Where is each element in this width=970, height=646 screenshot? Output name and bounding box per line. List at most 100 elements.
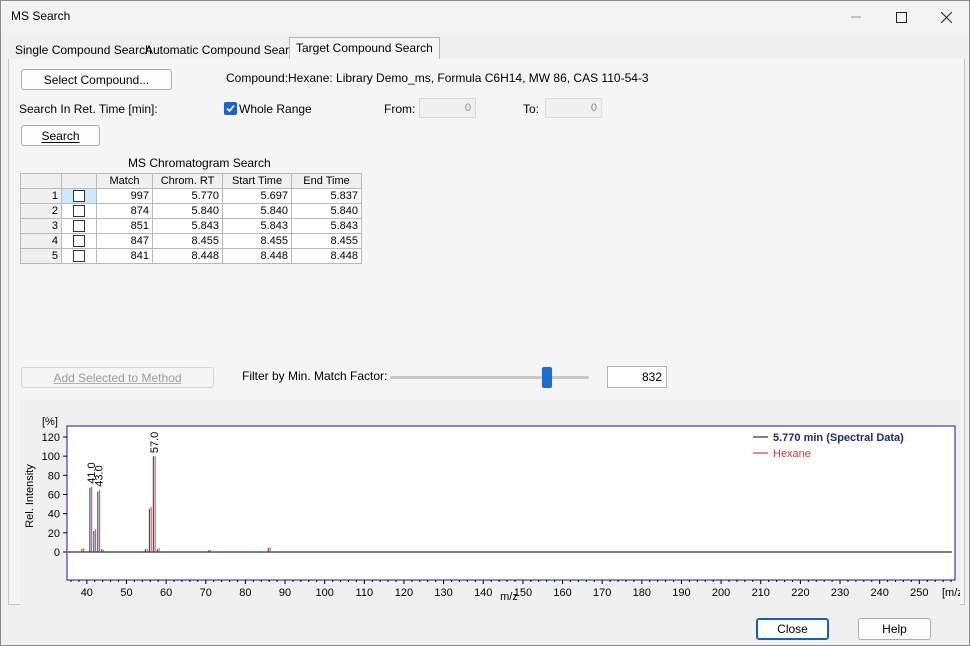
row-checkbox[interactable]	[73, 220, 85, 233]
chrom-rt-cell: 8.455	[152, 233, 223, 249]
title-bar: MS Search	[1, 1, 969, 33]
table-row[interactable]: 3 851 5.843 5.843 5.843	[20, 218, 362, 234]
help-button[interactable]: Help	[858, 618, 931, 640]
compound-label: Compound:	[226, 71, 289, 85]
x-tick-label: 230	[831, 587, 849, 599]
filter-match-factor-label: Filter by Min. Match Factor:	[242, 369, 388, 383]
column-header[interactable]: Chrom. RT	[152, 173, 223, 189]
window-title: MS Search	[11, 9, 71, 23]
close-icon[interactable]	[923, 1, 969, 33]
row-checkbox[interactable]	[73, 235, 85, 248]
x-tick-label: 200	[712, 587, 730, 599]
legend-label-series-1: 5.770 min (Spectral Data)	[773, 432, 904, 444]
x-tick-label: 70	[200, 587, 212, 599]
column-header[interactable]: End Time	[291, 173, 362, 189]
y-tick-label: 60	[48, 490, 60, 502]
start-time-cell: 8.448	[222, 248, 292, 264]
y-tick-label: 20	[48, 528, 60, 540]
close-button[interactable]: Close	[756, 618, 829, 640]
x-tick-label: 210	[752, 587, 770, 599]
y-tick-label: 100	[42, 451, 60, 463]
match-factor-slider-track[interactable]	[390, 376, 589, 379]
whole-range-checkbox[interactable]	[224, 102, 237, 115]
x-tick-label: 40	[81, 587, 93, 599]
x-tick-label: 220	[791, 587, 809, 599]
x-tick-label: 150	[514, 587, 532, 599]
whole-range-label: Whole Range	[239, 102, 312, 116]
y-unit-label: [%]	[42, 416, 58, 428]
end-time-cell: 8.448	[291, 248, 362, 264]
row-select-checkbox-cell[interactable]	[61, 248, 97, 264]
tab-target-compound-search[interactable]: Target Compound Search	[289, 37, 440, 60]
chrom-rt-cell: 5.840	[152, 203, 223, 219]
x-tick-label: 250	[910, 587, 928, 599]
select-compound-button[interactable]: Select Compound...	[21, 69, 172, 90]
ms-search-window: MS Search Single Compound Search Automat…	[0, 0, 970, 646]
match-cell: 874	[96, 203, 153, 219]
from-label: From:	[384, 102, 416, 116]
row-checkbox[interactable]	[73, 205, 85, 218]
x-tick-label: 110	[356, 587, 374, 599]
from-input[interactable]: 0	[419, 98, 476, 118]
search-in-ret-time-label: Search In Ret. Time [min]:	[19, 102, 158, 116]
minimize-icon[interactable]	[833, 1, 879, 33]
row-checkbox[interactable]	[73, 190, 85, 203]
x-tick-label: 100	[315, 587, 333, 599]
x-tick-label: 180	[633, 587, 651, 599]
plot-area	[66, 425, 956, 581]
table-row[interactable]: 1 997 5.770 5.697 5.837	[20, 188, 362, 204]
row-checkbox[interactable]	[73, 250, 85, 263]
row-select-checkbox-cell[interactable]	[61, 188, 97, 204]
end-time-cell: 5.843	[291, 218, 362, 234]
table-title: MS Chromatogram Search	[128, 156, 271, 170]
select-column-header	[61, 173, 97, 189]
tab-automatic-compound-search[interactable]: Automatic Compound Search	[138, 40, 309, 59]
start-time-cell: 5.697	[222, 188, 292, 204]
table-row[interactable]: 2 874 5.840 5.840 5.840	[20, 203, 362, 219]
row-number: 1	[20, 188, 62, 204]
add-selected-to-method-button[interactable]: Add Selected to Method	[21, 367, 214, 388]
chrom-rt-cell: 5.843	[152, 218, 223, 234]
y-tick-label: 120	[42, 432, 60, 444]
x-tick-label: 50	[120, 587, 132, 599]
maximize-icon[interactable]	[878, 1, 924, 33]
match-cell: 997	[96, 188, 153, 204]
y-tick-label: 0	[54, 547, 60, 559]
table-row[interactable]: 5 841 8.448 8.448 8.448	[20, 248, 362, 264]
compound-value: Hexane: Library Demo_ms, Formula C6H14, …	[288, 71, 649, 85]
row-number: 3	[20, 218, 62, 234]
spectrum-chart: [%] [m/z] m/z Rel. Intensity 5.770 min (…	[20, 400, 960, 605]
search-button[interactable]: Search	[21, 125, 100, 146]
chrom-rt-cell: 5.770	[152, 188, 223, 204]
row-number: 2	[20, 203, 62, 219]
match-cell: 851	[96, 218, 153, 234]
x-tick-label: 90	[279, 587, 291, 599]
chrom-rt-cell: 8.448	[152, 248, 223, 264]
table-row[interactable]: 4 847 8.455 8.455 8.455	[20, 233, 362, 249]
x-tick-label: 60	[160, 587, 172, 599]
row-select-checkbox-cell[interactable]	[61, 218, 97, 234]
end-time-cell: 5.837	[291, 188, 362, 204]
x-tick-label: 190	[672, 587, 690, 599]
match-factor-input[interactable]: 832	[607, 366, 667, 388]
spectrum-chart-svg: [%] [m/z] m/z Rel. Intensity 5.770 min (…	[24, 416, 960, 603]
row-select-checkbox-cell[interactable]	[61, 203, 97, 219]
match-factor-slider-thumb[interactable]	[542, 367, 553, 388]
x-unit-label: [m/z]	[942, 587, 960, 599]
row-select-checkbox-cell[interactable]	[61, 233, 97, 249]
x-tick-label: 170	[593, 587, 611, 599]
row-number: 5	[20, 248, 62, 264]
tab-single-compound-search[interactable]: Single Compound Search	[8, 40, 159, 59]
to-label: To:	[523, 102, 540, 116]
to-input[interactable]: 0	[545, 98, 602, 118]
column-header[interactable]: Start Time	[222, 173, 292, 189]
end-time-cell: 5.840	[291, 203, 362, 219]
x-tick-label: 120	[395, 587, 413, 599]
legend-label-series-2: Hexane	[773, 448, 811, 460]
start-time-cell: 8.455	[222, 233, 292, 249]
results-table: Match Chrom. RT Start Time End Time 1 99…	[20, 173, 362, 264]
y-tick-label: 80	[48, 470, 60, 482]
peak-label: 43.0	[94, 465, 106, 486]
match-cell: 847	[96, 233, 153, 249]
column-header[interactable]: Match	[96, 173, 153, 189]
